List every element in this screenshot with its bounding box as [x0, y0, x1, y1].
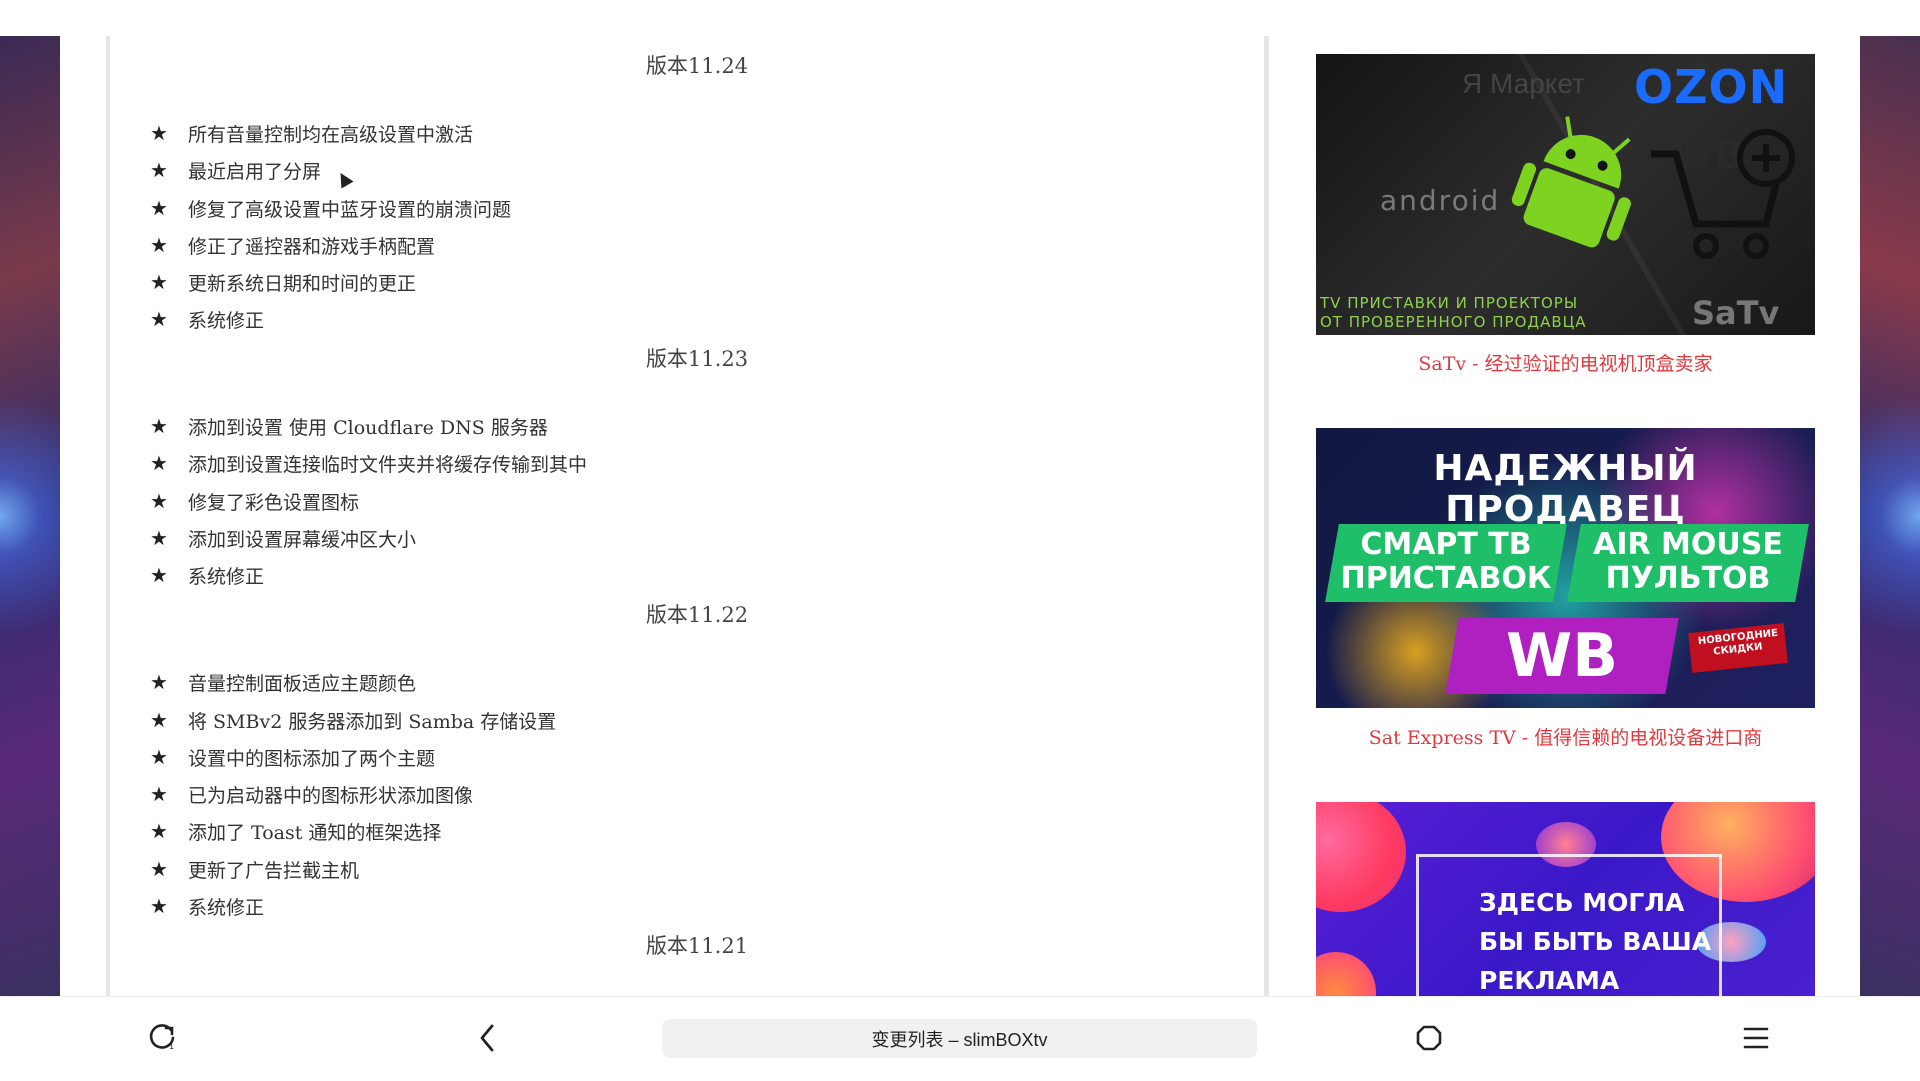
android-wordmark: android: [1380, 184, 1501, 217]
list-item-text: 修复了高级设置中蓝牙设置的崩溃问题: [188, 198, 512, 221]
list-item-text: 所有音量控制均在高级设置中激活: [188, 123, 474, 146]
list-item-text: 更新系统日期和时间的更正: [188, 272, 417, 295]
star-icon: ★: [150, 121, 168, 145]
list-item: ★ 系统修正: [150, 560, 264, 590]
ad-text-line3: РЕКЛАМА: [1479, 966, 1620, 995]
list-item-text: 添加到设置屏幕缓冲区大小: [188, 528, 417, 551]
star-icon: ★: [150, 270, 168, 294]
badge-left-line2: ПРИСТАВОК: [1340, 561, 1552, 596]
left-background-decoration: [0, 36, 60, 996]
list-item: ★ 更新系统日期和时间的更正: [150, 267, 416, 297]
star-icon: ★: [150, 857, 168, 881]
list-item: ★ 添加到设置屏幕缓冲区大小: [150, 523, 416, 553]
version-title: 版本11.21: [645, 934, 749, 958]
back-button[interactable]: [468, 1020, 508, 1056]
content-right-border: [1264, 36, 1269, 996]
list-item: ★ 修复了高级设置中蓝牙设置的崩溃问题: [150, 193, 511, 223]
version-title: 版本11.22: [645, 603, 749, 627]
list-item: ★ 将 SMBv2 服务器添加到 Samba 存储设置: [150, 705, 556, 735]
list-item-text: 最近启用了分屏: [188, 160, 322, 183]
cart-icon: [1651, 129, 1795, 259]
star-icon: ★: [150, 196, 168, 220]
ad-banner-placeholder[interactable]: ЗДЕСЬ МОГЛА БЫ БЫТЬ ВАША РЕКЛАМА: [1316, 802, 1815, 996]
star-icon: ★: [150, 233, 168, 257]
list-item: ★ 已为启动器中的图标形状添加图像: [150, 779, 473, 809]
list-item: ★ 添加到设置连接临时文件夹并将缓存传输到其中: [150, 448, 587, 478]
star-icon: ★: [150, 451, 168, 475]
banner-headline: НАДЕЖНЫЙ ПРОДАВЕЦ: [1433, 448, 1698, 530]
list-item: ★ 添加了 Toast 通知的框架选择: [150, 816, 441, 846]
list-item-text: 添加了 Toast 通知的框架选择: [188, 821, 442, 844]
star-icon: ★: [150, 307, 168, 331]
list-item: ★ 最近启用了分屏: [150, 155, 321, 185]
badge-right-line2: ПУЛЬТОВ: [1605, 561, 1771, 596]
ad-caption-link[interactable]: SaTv - 经过验证的电视机顶盒卖家: [1316, 349, 1815, 376]
list-item: ★ 设置中的图标添加了两个主题: [150, 742, 435, 772]
list-item-text: 修复了彩色设置图标: [188, 491, 360, 514]
home-button[interactable]: [1409, 1020, 1449, 1056]
decor-blob: [1316, 802, 1406, 912]
decor-blob: [1316, 952, 1376, 996]
star-icon: ★: [150, 526, 168, 550]
home-icon: [1416, 1025, 1442, 1051]
menu-button[interactable]: [1736, 1020, 1776, 1056]
wb-logo: WB: [1506, 621, 1618, 691]
ozon-logo: OZON: [1634, 60, 1789, 114]
refresh-icon: 1: [149, 1024, 175, 1051]
list-item-text: 系统修正: [188, 896, 265, 919]
list-item: ★ 所有音量控制均在高级设置中激活: [150, 118, 473, 148]
star-icon: ★: [150, 414, 168, 438]
satv-logo: SaTv: [1692, 294, 1780, 332]
ad-caption-link[interactable]: Sat Express TV - 值得信赖的电视设备进口商: [1316, 723, 1815, 750]
list-item: ★ 音量控制面板适应主题颜色: [150, 667, 416, 697]
ad-text-line1: ЗДЕСЬ МОГЛА: [1479, 888, 1685, 917]
list-item-text: 添加到设置 使用 Cloudflare DNS 服务器: [188, 416, 548, 439]
address-bar[interactable]: 变更列表 – slimBOXtv: [662, 1019, 1257, 1058]
banner-line1: TV ПРИСТАВКИ И ПРОЕКТОРЫ: [1320, 294, 1579, 312]
star-icon: ★: [150, 563, 168, 587]
list-item: ★ 修正了遥控器和游戏手柄配置: [150, 230, 435, 260]
list-item-text: 将 SMBv2 服务器添加到 Samba 存储设置: [188, 710, 557, 733]
market-logo: Я Маркет: [1462, 68, 1585, 99]
refresh-button[interactable]: 1: [143, 1020, 183, 1056]
star-icon: ★: [150, 819, 168, 843]
star-icon: ★: [150, 894, 168, 918]
star-icon: ★: [150, 708, 168, 732]
star-icon: ★: [150, 489, 168, 513]
android-robot-icon: [1511, 116, 1631, 248]
menu-icon: [1743, 1027, 1769, 1049]
version-title: 版本11.24: [645, 54, 749, 78]
version-title: 版本11.23: [645, 347, 749, 371]
list-item-text: 添加到设置连接临时文件夹并将缓存传输到其中: [188, 453, 588, 476]
content-left-border: [106, 36, 110, 996]
list-item: ★ 系统修正: [150, 304, 264, 334]
list-item: ★ 系统修正: [150, 891, 264, 921]
svg-text:1: 1: [169, 1042, 174, 1051]
top-strip: [0, 0, 1920, 36]
list-item: ★ 添加到设置 使用 Cloudflare DNS 服务器: [150, 411, 548, 441]
list-item: ★ 更新了广告拦截主机: [150, 854, 359, 884]
star-icon: ★: [150, 158, 168, 182]
back-icon: [480, 1024, 494, 1052]
list-item-text: 系统修正: [188, 309, 265, 332]
right-background-decoration: [1860, 36, 1920, 996]
list-item-text: 更新了广告拦截主机: [188, 859, 360, 882]
ad-banner-sat-express[interactable]: НАДЕЖНЫЙ ПРОДАВЕЦ СМАРТ ТВ ПРИСТАВОК AIR…: [1316, 428, 1815, 708]
star-icon: ★: [150, 670, 168, 694]
list-item-text: 系统修正: [188, 565, 265, 588]
badge-left-line1: СМАРТ ТВ: [1360, 527, 1532, 562]
badge-right-line1: AIR MOUSE: [1593, 527, 1783, 562]
list-item-text: 已为启动器中的图标形状添加图像: [188, 784, 474, 807]
list-item-text: 设置中的图标添加了两个主题: [188, 747, 436, 770]
ad-text-line2: БЫ БЫТЬ ВАША: [1479, 927, 1712, 956]
banner-line2: ОТ ПРОВЕРЕННОГО ПРОДАВЦА: [1320, 313, 1587, 331]
star-icon: ★: [150, 782, 168, 806]
list-item-text: 音量控制面板适应主题颜色: [188, 672, 417, 695]
list-item: ★ 修复了彩色设置图标: [150, 486, 359, 516]
ad-banner-satv[interactable]: Я Маркет OZON WB android TV ПРИСТАВКИ И …: [1316, 54, 1815, 335]
list-item-text: 修正了遥控器和游戏手柄配置: [188, 235, 436, 258]
star-icon: ★: [150, 745, 168, 769]
